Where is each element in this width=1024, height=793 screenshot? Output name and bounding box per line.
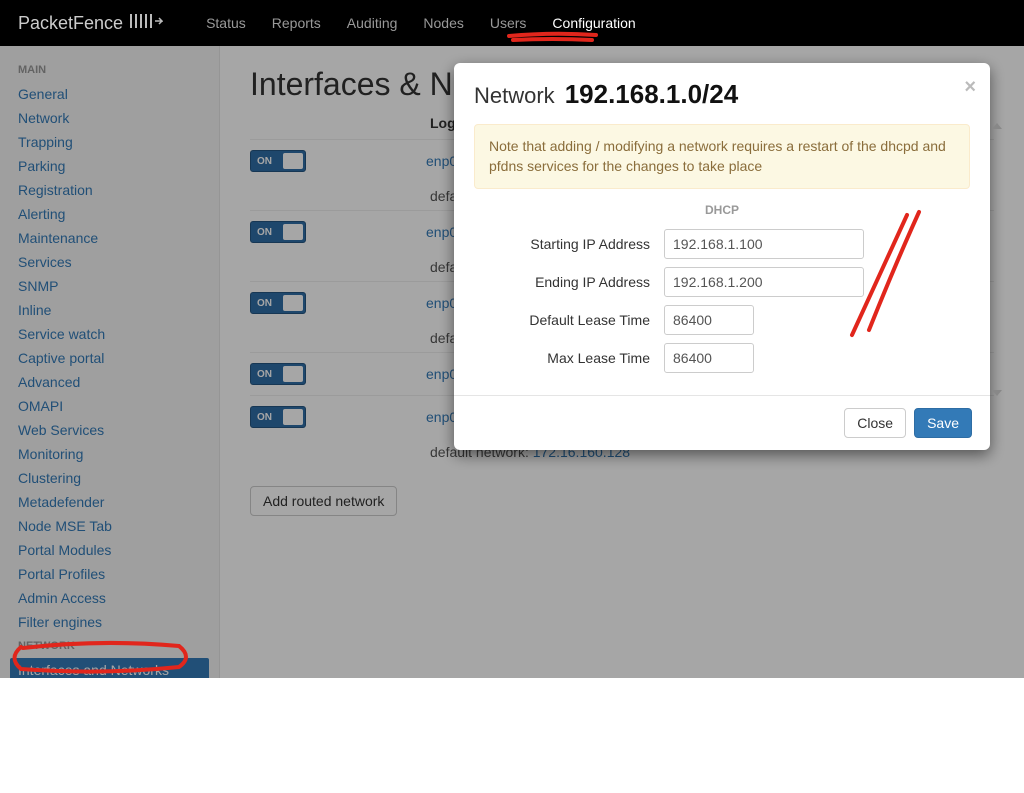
sidebar-item-monitoring[interactable]: Monitoring — [10, 442, 209, 466]
sidebar-item-omapi[interactable]: OMAPI — [10, 394, 209, 418]
sidebar-item-alerting[interactable]: Alerting — [10, 202, 209, 226]
toggle-on[interactable]: ON — [250, 150, 306, 172]
label-max-lease: Max Lease Time — [474, 350, 664, 366]
sidebar-item-advanced[interactable]: Advanced — [10, 370, 209, 394]
sidebar-item-snmp[interactable]: SNMP — [10, 274, 209, 298]
sidebar-item-metadefender[interactable]: Metadefender — [10, 490, 209, 514]
sidebar-item-captive-portal[interactable]: Captive portal — [10, 346, 209, 370]
sidebar-item-node-mse-tab[interactable]: Node MSE Tab — [10, 514, 209, 538]
input-default-lease[interactable] — [664, 305, 754, 335]
toggle-on[interactable]: ON — [250, 292, 306, 314]
brand: PacketFence — [18, 11, 163, 36]
sidebar-item-services[interactable]: Services — [10, 250, 209, 274]
brand-text: PacketFence — [18, 13, 123, 34]
sidebar-heading-main: MAIN — [10, 58, 209, 82]
modal-footer: Close Save — [454, 395, 990, 450]
toggle-on[interactable]: ON — [250, 363, 306, 385]
sidebar-item-registration[interactable]: Registration — [10, 178, 209, 202]
annotation-slashes — [847, 210, 927, 340]
scroll-up-icon[interactable] — [992, 123, 1002, 129]
sidebar: MAIN General Network Trapping Parking Re… — [0, 46, 220, 678]
sidebar-item-parking[interactable]: Parking — [10, 154, 209, 178]
close-button[interactable]: Close — [844, 408, 906, 438]
label-starting-ip: Starting IP Address — [474, 236, 664, 252]
nav-item-reports[interactable]: Reports — [259, 0, 334, 46]
sidebar-item-web-services[interactable]: Web Services — [10, 418, 209, 442]
sidebar-item-trapping[interactable]: Trapping — [10, 130, 209, 154]
toggle-on[interactable]: ON — [250, 406, 306, 428]
sidebar-item-portal-profiles[interactable]: Portal Profiles — [10, 562, 209, 586]
scroll-down-icon[interactable] — [992, 390, 1002, 396]
nav-item-nodes[interactable]: Nodes — [410, 0, 476, 46]
sidebar-item-admin-access[interactable]: Admin Access — [10, 586, 209, 610]
annotation-underline-configuration — [509, 33, 596, 41]
label-default-lease: Default Lease Time — [474, 312, 664, 328]
toggle-on[interactable]: ON — [250, 221, 306, 243]
sidebar-item-inline[interactable]: Inline — [10, 298, 209, 322]
annotation-circle-interfaces — [11, 643, 191, 673]
sidebar-item-maintenance[interactable]: Maintenance — [10, 226, 209, 250]
sidebar-item-clustering[interactable]: Clustering — [10, 466, 209, 490]
input-ending-ip[interactable] — [664, 267, 864, 297]
input-starting-ip[interactable] — [664, 229, 864, 259]
sidebar-item-network[interactable]: Network — [10, 106, 209, 130]
sidebar-item-service-watch[interactable]: Service watch — [10, 322, 209, 346]
nav-item-status[interactable]: Status — [193, 0, 259, 46]
save-button[interactable]: Save — [914, 408, 972, 438]
label-ending-ip: Ending IP Address — [474, 274, 664, 290]
sidebar-item-portal-modules[interactable]: Portal Modules — [10, 538, 209, 562]
add-routed-network-button[interactable]: Add routed network — [250, 486, 397, 516]
brand-logo-icon — [129, 11, 163, 36]
close-icon[interactable]: × — [964, 77, 976, 97]
sidebar-item-filter-engines[interactable]: Filter engines — [10, 610, 209, 634]
nav-item-auditing[interactable]: Auditing — [334, 0, 411, 46]
sidebar-item-general[interactable]: General — [10, 82, 209, 106]
input-max-lease[interactable] — [664, 343, 754, 373]
